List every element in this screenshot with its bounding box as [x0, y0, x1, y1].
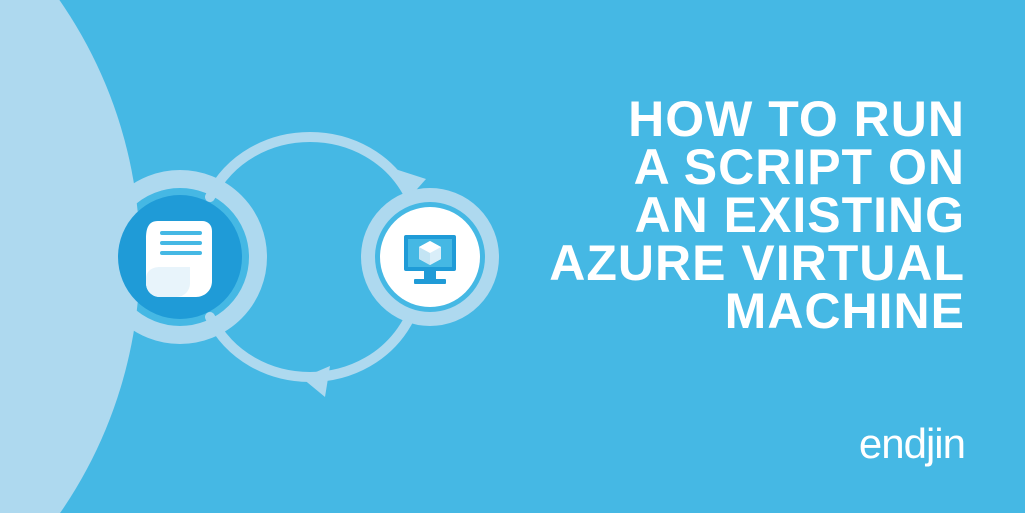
- script-document-icon: [102, 179, 258, 335]
- arrow-top: [210, 137, 426, 197]
- script-to-vm-diagram: [100, 107, 520, 407]
- page-title: HOW TO RUN A SCRIPT ON AN EXISTING AZURE…: [549, 95, 965, 335]
- virtual-machine-icon: [368, 195, 492, 319]
- brand-logo-text: endjin: [859, 420, 965, 468]
- arrow-bottom: [210, 317, 410, 397]
